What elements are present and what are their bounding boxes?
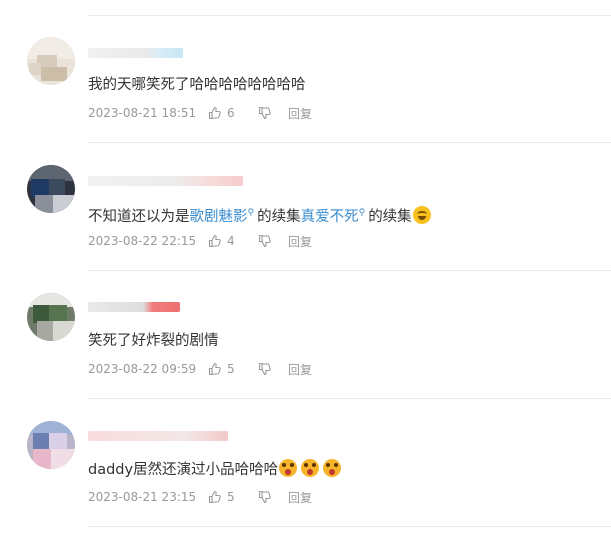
divider [88, 398, 611, 399]
username-blurred[interactable] [88, 431, 228, 441]
comment-text: 不知道还以为是歌剧魅影⚲ 的续集真爱不死⚲ 的续集 [88, 203, 431, 227]
timestamp: 2023-08-21 18:51 [88, 106, 197, 120]
like-button[interactable]: 4 [208, 234, 258, 248]
screaming-face-emoji [301, 459, 320, 477]
like-count: 5 [227, 362, 235, 376]
divider [88, 15, 611, 16]
dislike-button[interactable] [258, 234, 288, 248]
username-blurred[interactable] [88, 176, 243, 186]
avatar[interactable] [27, 165, 75, 213]
comment-text-segment: 的续集 [257, 208, 301, 225]
avatar[interactable] [27, 421, 75, 469]
topic-link-love-never-dies[interactable]: 真爱不死 [301, 209, 359, 225]
reply-button[interactable]: 回复 [288, 105, 312, 122]
comment-text-segment: 不知道还以为是 [88, 208, 190, 225]
search-icon[interactable]: ⚲ [248, 208, 255, 218]
comment-text-body: 笑死了好炸裂的剧情 [88, 333, 219, 349]
comment-text: 笑死了好炸裂的剧情 [88, 331, 219, 351]
thumbs-down-icon [258, 234, 271, 248]
divider [88, 526, 611, 527]
timestamp: 2023-08-22 09:59 [88, 362, 197, 376]
thumbs-down-icon [258, 362, 271, 376]
dislike-button[interactable] [258, 362, 288, 376]
dislike-button[interactable] [258, 106, 288, 120]
timestamp: 2023-08-22 22:15 [88, 234, 197, 248]
like-button[interactable]: 5 [208, 490, 258, 504]
reply-button[interactable]: 回复 [288, 233, 312, 250]
thumbs-down-icon [258, 106, 271, 120]
comment-text-body: daddy居然还演过小品哈哈哈 [88, 462, 279, 478]
username-blurred[interactable] [88, 48, 183, 58]
like-button[interactable]: 5 [208, 362, 258, 376]
comment-meta: 2023-08-21 18:51 6 回复 [88, 105, 312, 121]
comment-meta: 2023-08-22 09:59 5 回复 [88, 361, 312, 377]
comment-text-segment: 的续集 [368, 208, 412, 225]
like-count: 5 [227, 490, 235, 504]
thumbs-up-icon [208, 234, 221, 248]
comment-text: daddy居然还演过小品哈哈哈 [88, 459, 342, 480]
thumbs-up-icon [208, 362, 221, 376]
like-count: 6 [227, 106, 235, 120]
screaming-face-emoji [279, 459, 298, 477]
avatar[interactable] [27, 37, 75, 85]
reply-button[interactable]: 回复 [288, 489, 312, 506]
avatar[interactable] [27, 293, 75, 341]
divider [88, 142, 611, 143]
comment-meta: 2023-08-22 22:15 4 回复 [88, 233, 312, 249]
dislike-button[interactable] [258, 490, 288, 504]
divider [88, 270, 611, 271]
thumbs-up-icon [208, 490, 221, 504]
reply-button[interactable]: 回复 [288, 361, 312, 378]
thumbs-up-icon [208, 106, 221, 120]
screaming-face-emoji [323, 459, 342, 477]
search-icon[interactable]: ⚲ [359, 208, 366, 218]
comment-meta: 2023-08-21 23:15 5 回复 [88, 489, 312, 505]
comment-text-body: 我的天哪笑死了哈哈哈哈哈哈哈哈 [88, 77, 306, 93]
thumbs-down-icon [258, 490, 271, 504]
like-button[interactable]: 6 [208, 106, 258, 120]
username-blurred[interactable] [88, 302, 180, 312]
like-count: 4 [227, 234, 235, 248]
comment-text: 我的天哪笑死了哈哈哈哈哈哈哈哈 [88, 75, 306, 95]
laughing-tears-emoji [412, 205, 431, 224]
topic-link-opera[interactable]: 歌剧魅影 [190, 209, 248, 225]
timestamp: 2023-08-21 23:15 [88, 490, 197, 504]
